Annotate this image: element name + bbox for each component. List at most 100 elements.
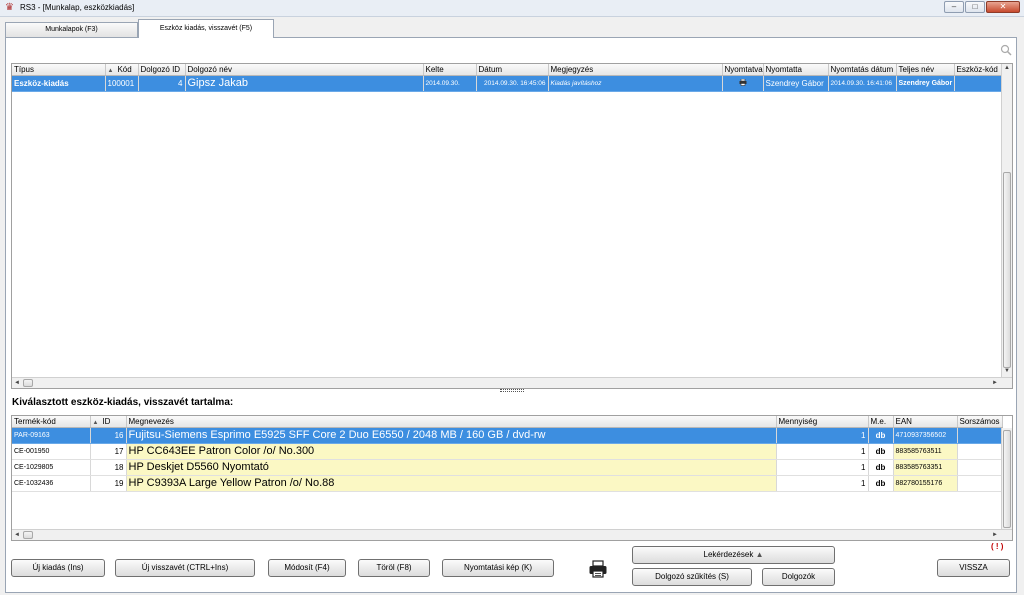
scroll-left-icon[interactable]: ◄ xyxy=(14,380,20,386)
scrollbar-thumb[interactable] xyxy=(1003,172,1011,368)
print-preview-button[interactable]: Nyomtatási kép (K) xyxy=(442,559,554,577)
printer-icon xyxy=(739,78,747,88)
cell-me: db xyxy=(868,443,894,460)
modify-button[interactable]: Módosít (F4) xyxy=(268,559,346,577)
table-row[interactable]: CE-1032436 19 HP C9393A Large Yellow Pat… xyxy=(12,475,1003,492)
col-header-ean[interactable]: EAN xyxy=(893,416,958,428)
table-row[interactable]: Eszköz-kiadás 100001 4 Gipsz Jakab 2014.… xyxy=(12,75,1003,92)
hscroll-thumb[interactable] xyxy=(23,379,33,387)
table-row[interactable]: CE-001950 17 HP CC643EE Patron Color /o/… xyxy=(12,443,1003,460)
delete-button[interactable]: Töröl (F8) xyxy=(358,559,430,577)
cell-me: db xyxy=(868,459,894,476)
col-header-tipus[interactable]: Típus xyxy=(12,64,106,76)
horizontal-scrollbar[interactable]: ◄ ► xyxy=(12,377,1012,388)
cell-datum: 2014.09.30. 16:45:06 xyxy=(476,75,549,92)
employee-filter-button[interactable]: Dolgozó szűkítés (S) xyxy=(632,568,752,586)
cell-nyomtatas-datum: 2014.09.30. 16:41:06 xyxy=(828,75,897,92)
col-header-megnevezes[interactable]: Megnevezés xyxy=(126,416,777,428)
search-icon[interactable] xyxy=(1000,44,1012,56)
col-header-eszkoz-kod[interactable]: Eszköz-kód xyxy=(954,64,1003,76)
employees-button[interactable]: Dolgozók xyxy=(762,568,835,586)
hscroll-thumb[interactable] xyxy=(23,531,33,539)
cell-dolgozo-id: 4 xyxy=(138,75,186,92)
col-header-termek-kod[interactable]: Termék-kód xyxy=(12,416,91,428)
cell-nyomtatta: Szendrey Gábor xyxy=(763,75,829,92)
cell-sorszamos xyxy=(957,475,1003,492)
print-icon[interactable] xyxy=(588,559,608,579)
cell-kelte: 2014.09.30. xyxy=(423,75,477,92)
cell-termek-kod: CE-001950 xyxy=(12,443,91,460)
col-header-id-label: ID xyxy=(102,416,111,426)
queries-label: Lekérdezések xyxy=(703,550,754,559)
sort-asc-icon xyxy=(93,417,103,426)
col-header-mennyiseg[interactable]: Mennyiség xyxy=(776,416,869,428)
cell-id: 19 xyxy=(90,475,127,492)
col-header-kelte[interactable]: Kelte xyxy=(423,64,477,76)
col-header-dolgozo-id[interactable]: Dolgozó ID xyxy=(138,64,186,76)
cell-id: 17 xyxy=(90,443,127,460)
tab-eszkoz-kiadas[interactable]: Eszköz kiadás, visszavét (F5) xyxy=(138,19,274,38)
items-grid[interactable]: Termék-kód ID Megnevezés Mennyiség M.e. … xyxy=(11,415,1013,541)
issue-list-grid[interactable]: Típus Kód Dolgozó ID Dolgozó név Kelte D… xyxy=(11,63,1013,389)
cell-termek-kod: CE-1032436 xyxy=(12,475,91,492)
scroll-left-icon[interactable]: ◄ xyxy=(14,532,20,538)
scroll-right-icon[interactable]: ► xyxy=(992,532,998,538)
col-header-teljes-nev[interactable]: Teljes név xyxy=(896,64,955,76)
cell-ean: 4710937356502 xyxy=(893,427,958,444)
warning-indicator[interactable]: ( ! ) xyxy=(991,542,1003,551)
cell-megnevezes: HP C9393A Large Yellow Patron /o/ No.88 xyxy=(126,475,777,492)
cell-tipus: Eszköz-kiadás xyxy=(12,75,106,92)
col-header-datum[interactable]: Dátum xyxy=(476,64,549,76)
new-issue-button[interactable]: Új kiadás (Ins) xyxy=(11,559,105,577)
app-crown-icon: ♛ xyxy=(5,2,14,13)
section-title: Kiválasztott eszköz-kiadás, visszavét ta… xyxy=(12,397,234,408)
maximize-button[interactable]: □ xyxy=(965,1,985,13)
col-header-kod[interactable]: Kód xyxy=(105,64,139,76)
close-button[interactable]: ✕ xyxy=(986,1,1020,13)
cell-dolgozo-nev: Gipsz Jakab xyxy=(185,75,424,92)
col-header-id[interactable]: ID xyxy=(90,416,127,428)
scroll-right-icon[interactable]: ► xyxy=(992,380,998,386)
window-title: RS3 - [Munkalap, eszközkiadás] xyxy=(20,3,135,12)
minimize-button[interactable]: – xyxy=(944,1,964,13)
col-header-me[interactable]: M.e. xyxy=(868,416,894,428)
col-header-dolgozo-nev[interactable]: Dolgozó név xyxy=(185,64,424,76)
tab-munkalapok[interactable]: Munkalapok (F3) xyxy=(5,22,138,37)
queries-button[interactable]: Lekérdezések ▲ xyxy=(632,546,835,564)
cell-mennyiseg: 1 xyxy=(776,459,869,476)
cell-me: db xyxy=(868,427,894,444)
cell-kod: 100001 xyxy=(105,75,139,92)
table-row[interactable]: CE-1029805 18 HP Deskjet D5560 Nyomtató … xyxy=(12,459,1003,476)
cell-ean: 883585763351 xyxy=(893,459,958,476)
cell-megnevezes: Fujitsu-Siemens Esprimo E5925 SFF Core 2… xyxy=(126,427,777,444)
cell-mennyiseg: 1 xyxy=(776,443,869,460)
arrow-up-icon: ▲ xyxy=(755,550,764,559)
horizontal-scrollbar[interactable]: ◄ ► xyxy=(12,529,1012,540)
cell-teljes-nev: Szendrey Gábor xyxy=(896,75,955,92)
col-header-nyomtatta[interactable]: Nyomtatta xyxy=(763,64,829,76)
cell-id: 18 xyxy=(90,459,127,476)
sort-asc-icon xyxy=(108,65,118,74)
table-row[interactable]: PAR-09163 16 Fujitsu-Siemens Esprimo E59… xyxy=(12,427,1003,444)
splitter-handle[interactable] xyxy=(500,389,524,392)
col-header-kod-label: Kód xyxy=(117,64,132,74)
col-header-sorszamos[interactable]: Sorszámos xyxy=(957,416,1003,428)
cell-mennyiseg: 1 xyxy=(776,475,869,492)
cell-sorszamos xyxy=(957,443,1003,460)
col-header-nyomtatva[interactable]: Nyomtatva xyxy=(722,64,764,76)
grid-header-row: Termék-kód ID Megnevezés Mennyiség M.e. … xyxy=(12,416,1003,428)
cell-eszkoz-kod xyxy=(954,75,1003,92)
scroll-down-icon[interactable]: ▼ xyxy=(1004,368,1010,374)
col-header-nyomtatas-datum[interactable]: Nyomtatás dátum xyxy=(828,64,897,76)
new-return-button[interactable]: Új visszavét (CTRL+Ins) xyxy=(115,559,255,577)
vertical-scrollbar[interactable]: ▲ ▼ xyxy=(1001,64,1012,378)
title-bar: ♛ RS3 - [Munkalap, eszközkiadás] – □ ✕ xyxy=(0,0,1024,17)
cell-sorszamos xyxy=(957,427,1003,444)
back-button[interactable]: VISSZA xyxy=(937,559,1010,577)
scrollbar-thumb[interactable] xyxy=(1003,430,1011,528)
cell-termek-kod: PAR-09163 xyxy=(12,427,91,444)
col-header-megjegyzes[interactable]: Megjegyzés xyxy=(548,64,723,76)
scroll-up-icon[interactable]: ▲ xyxy=(1004,65,1010,71)
grid-header-row: Típus Kód Dolgozó ID Dolgozó név Kelte D… xyxy=(12,64,1003,76)
vertical-scrollbar[interactable] xyxy=(1001,428,1012,530)
